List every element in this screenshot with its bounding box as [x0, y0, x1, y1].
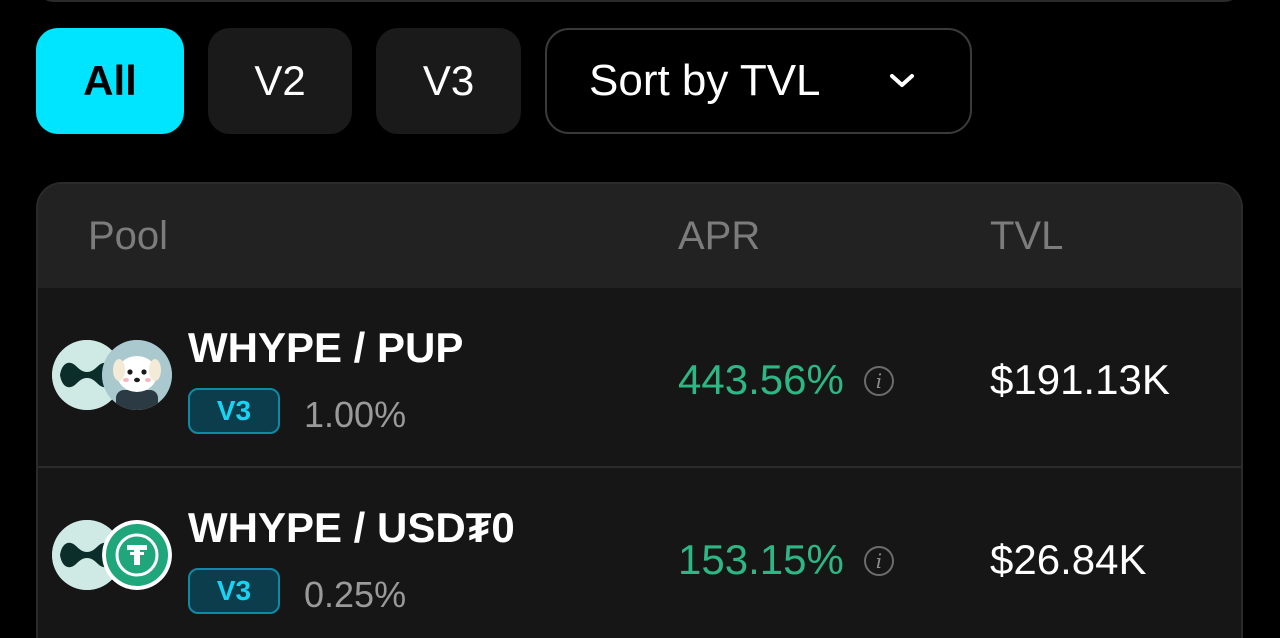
version-badge: V3 [188, 388, 280, 434]
info-icon[interactable]: i [864, 546, 894, 576]
fee-tier: 1.00% [304, 394, 407, 435]
chevron-down-icon [890, 74, 914, 87]
pool-pair-name[interactable]: WHYPE / PUP [188, 324, 463, 372]
sort-label: Sort by TVL [589, 56, 821, 105]
table-row[interactable]: WHYPE / USD₮0 V3 0.25% 153.15% i $26.84K [38, 468, 1241, 638]
version-badge: V3 [188, 568, 280, 614]
token-pair-avatars [50, 340, 174, 412]
table-row[interactable]: WHYPE / PUP V3 1.00% 443.56% i $191.13K [38, 288, 1241, 468]
filter-all-button[interactable]: All [36, 28, 184, 134]
table-header: Pool APR TVL [38, 184, 1241, 288]
tvl-value: $26.84K [990, 536, 1147, 583]
column-header-tvl[interactable]: TVL [990, 214, 1063, 259]
column-header-apr[interactable]: APR [678, 214, 760, 259]
filter-v2-button[interactable]: V2 [208, 28, 352, 134]
pools-page: All V2 V3 Sort by TVL Pool APR TVL WHYPE… [0, 0, 1280, 638]
tvl-value: $191.13K [990, 356, 1170, 403]
usdt0-icon [102, 520, 172, 590]
filter-v3-button[interactable]: V3 [376, 28, 521, 134]
sort-dropdown[interactable]: Sort by TVL [545, 28, 972, 134]
pools-table: Pool APR TVL WHYPE / PUP V3 1.00% 443.56… [36, 182, 1243, 638]
pup-icon [102, 340, 172, 410]
pool-pair-name[interactable]: WHYPE / USD₮0 [188, 504, 515, 552]
fee-tier: 0.25% [304, 574, 407, 615]
token-pair-avatars [50, 520, 174, 592]
search-bar-edge[interactable] [36, 0, 1242, 2]
column-header-pool[interactable]: Pool [88, 214, 168, 259]
apr-value: 443.56% [678, 356, 844, 403]
apr-value: 153.15% [678, 536, 844, 583]
info-icon[interactable]: i [864, 366, 894, 396]
